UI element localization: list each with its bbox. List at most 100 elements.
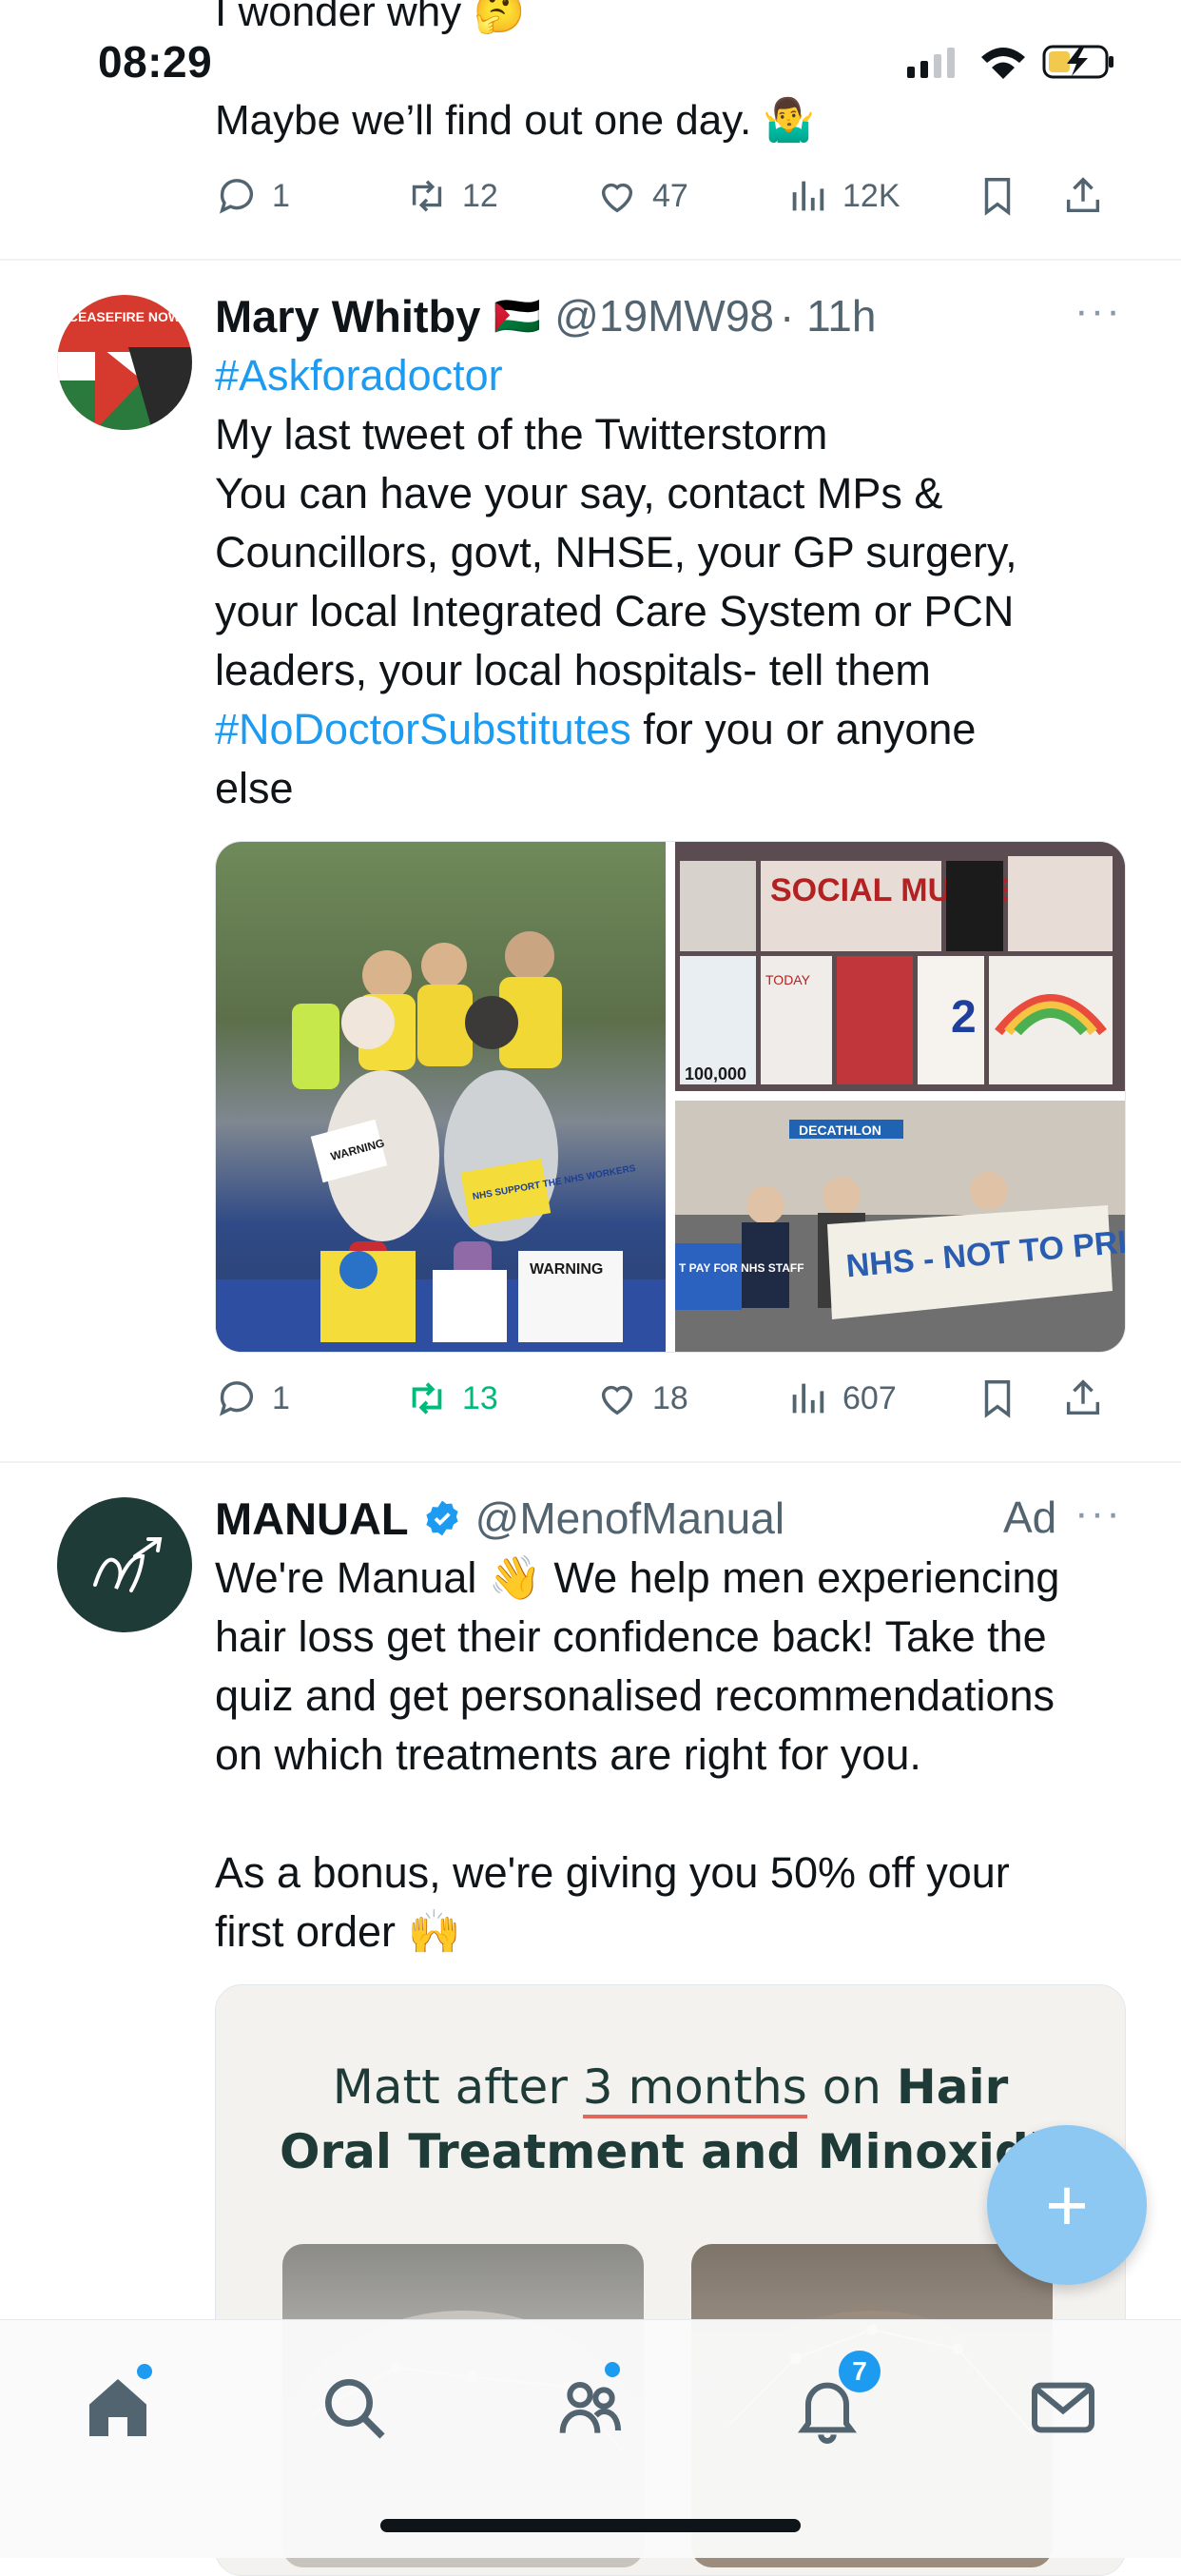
prev-tweet-actions: 1 12 47 12K xyxy=(215,167,1128,224)
home-indicator[interactable] xyxy=(380,2519,801,2532)
ad-header: MANUAL @MenofManual xyxy=(215,1488,995,1549)
tweet-line: You can have your say, contact MPs & xyxy=(215,469,943,517)
like-count: 47 xyxy=(652,177,688,214)
prev-tweet-text2: Maybe we’ll find out one day. xyxy=(215,97,752,144)
views-button[interactable]: 12K xyxy=(785,174,976,218)
ad-line: first order 🙌 xyxy=(215,1907,461,1956)
ad-label: Ad xyxy=(1003,1493,1057,1542)
reply-icon xyxy=(219,1381,254,1416)
share-icon xyxy=(1066,177,1100,213)
author-handle[interactable]: @19MW98 xyxy=(554,290,774,342)
tab-search[interactable] xyxy=(316,2370,392,2446)
grid-gutter-vertical xyxy=(666,842,675,1352)
tweet-line-after: for you or anyone xyxy=(630,705,977,753)
photo-protest-mannequins[interactable]: WARNING NHS SUPPORT THE NHS WORKERS WARN… xyxy=(216,842,666,1352)
reply-count: 1 xyxy=(272,177,290,214)
bookmark-button[interactable] xyxy=(976,1376,1061,1420)
avatar-text: CEASEFIRE NOW xyxy=(68,309,182,324)
bookmark-button[interactable] xyxy=(976,174,1061,218)
palestine-flag-icon: 🇵🇸 xyxy=(494,295,542,338)
divider xyxy=(0,1461,1181,1463)
reply-button[interactable]: 1 xyxy=(215,174,405,218)
hashtag-nodoctorsubstitutes[interactable]: #NoDoctorSubstitutes xyxy=(215,705,631,753)
prev-tweet-text1: I wonder why xyxy=(215,0,462,35)
author-name[interactable]: Mary Whitby xyxy=(215,290,480,342)
search-icon xyxy=(325,2379,385,2439)
retweet-button[interactable]: 13 xyxy=(405,1376,595,1420)
heart-icon xyxy=(601,1385,633,1415)
quilt-text-2: 2 xyxy=(951,992,977,1043)
tweet-media-grid: WARNING NHS SUPPORT THE NHS WORKERS WARN… xyxy=(215,841,1126,1353)
home-unread-dot xyxy=(137,2364,152,2379)
views-icon xyxy=(792,181,824,211)
tweet-time: · 11h xyxy=(780,291,877,341)
manual-logo-icon xyxy=(93,1537,163,1592)
reply-count: 1 xyxy=(272,1379,290,1416)
ad-line: We're Manual 👋 We help men experiencing xyxy=(215,1553,1060,1602)
retweet-button[interactable]: 12 xyxy=(405,174,595,218)
like-button[interactable]: 18 xyxy=(595,1376,785,1420)
photo-social-murder-quilt[interactable]: SOCIAL MURDER TODAY 2 100,000 xyxy=(675,842,1125,1091)
share-button[interactable] xyxy=(1061,174,1128,218)
prev-tweet-text-line1: I wonder why 🤔 xyxy=(215,0,525,36)
status-icons xyxy=(903,42,1122,80)
tab-messages[interactable] xyxy=(1025,2370,1101,2446)
plus-icon: + xyxy=(1045,2163,1089,2247)
ad-card-headline-2: Oral Treatment and Minoxidil xyxy=(279,2124,1062,2179)
mail-icon xyxy=(1032,2382,1094,2433)
communities-icon xyxy=(559,2382,621,2433)
ad-line: hair loss get their confidence back! Tak… xyxy=(215,1612,1047,1661)
bookmark-icon xyxy=(984,1380,1011,1418)
ad-card-headline-1: Matt after 3 months on Hair xyxy=(216,2059,1125,2118)
retweet-count: 13 xyxy=(462,1379,498,1416)
views-count: 607 xyxy=(842,1379,897,1416)
like-count: 18 xyxy=(652,1379,688,1416)
store-sign-decathlon: DECATHLON xyxy=(799,1122,881,1138)
hashtag-askforadoctor[interactable]: #Askforadoctor xyxy=(215,346,1128,405)
headline-underlined: 3 months xyxy=(582,2059,807,2118)
quilt-text-today: TODAY xyxy=(765,972,811,987)
march-photo-illustration: DECATHLON NHS - NOT TO PRIVATISATION T P… xyxy=(675,1101,1125,1352)
shrug-emoji-icon: 🤷‍♂️ xyxy=(763,97,816,144)
tweet-line: #NoDoctorSubstitutes for you or anyone xyxy=(215,700,1128,759)
ad-line: As a bonus, we're giving you 50% off you… xyxy=(215,1848,1010,1897)
avatar-mary-whitby[interactable]: CEASEFIRE NOW xyxy=(57,295,192,430)
retweet-count: 12 xyxy=(462,177,498,214)
tweet-line: Councillors, govt, NHSE, your GP surgery… xyxy=(215,528,1017,576)
tweet-header: Mary Whitby 🇵🇸 @19MW98 · 11h xyxy=(215,285,1128,346)
retweet-icon xyxy=(412,180,442,212)
protest-photo-illustration: WARNING NHS SUPPORT THE NHS WORKERS WARN… xyxy=(216,931,666,1352)
tab-home[interactable] xyxy=(80,2364,156,2446)
compose-fab[interactable]: + xyxy=(987,2125,1147,2285)
verified-badge-icon xyxy=(426,1500,458,1536)
tweet-body: #Askforadoctor My last tweet of the Twit… xyxy=(215,346,1128,818)
share-button[interactable] xyxy=(1061,1376,1128,1420)
reply-button[interactable]: 1 xyxy=(215,1376,405,1420)
tweet-line: My last tweet of the Twitterstorm xyxy=(215,410,828,459)
ad-author-name[interactable]: MANUAL xyxy=(215,1493,409,1545)
tweet-line: else xyxy=(215,764,294,812)
views-button[interactable]: 607 xyxy=(785,1376,976,1420)
more-options-button[interactable]: ··· xyxy=(1075,287,1122,335)
avatar-manual[interactable] xyxy=(57,1497,192,1632)
tab-notifications[interactable]: 7 xyxy=(789,2351,881,2446)
photo-nhs-privatisation-march[interactable]: DECATHLON NHS - NOT TO PRIVATISATION T P… xyxy=(675,1101,1125,1352)
quilt-text-100000: 100,000 xyxy=(685,1064,746,1083)
thinking-emoji-icon: 🤔 xyxy=(473,0,526,35)
reply-icon xyxy=(219,179,254,214)
tweet-actions: 1 13 18 607 xyxy=(215,1370,1128,1427)
notifications-badge: 7 xyxy=(839,2351,881,2392)
tab-communities[interactable] xyxy=(552,2362,628,2446)
grid-gutter-horizontal xyxy=(675,1091,1125,1101)
headline-part: Matt after xyxy=(332,2059,583,2115)
share-icon xyxy=(1066,1379,1100,1415)
bookmark-icon xyxy=(984,178,1011,216)
tweet-line: your local Integrated Care System or PCN xyxy=(215,587,1015,635)
home-icon xyxy=(89,2379,146,2436)
ad-author-handle[interactable]: @MenofManual xyxy=(475,1493,784,1544)
ad-more-options-button[interactable]: ··· xyxy=(1075,1490,1122,1537)
divider xyxy=(0,259,1181,261)
like-button[interactable]: 47 xyxy=(595,174,785,218)
signal-wifi-battery-icons xyxy=(907,45,1113,79)
palestine-flag-avatar-icon: CEASEFIRE NOW xyxy=(57,295,192,430)
